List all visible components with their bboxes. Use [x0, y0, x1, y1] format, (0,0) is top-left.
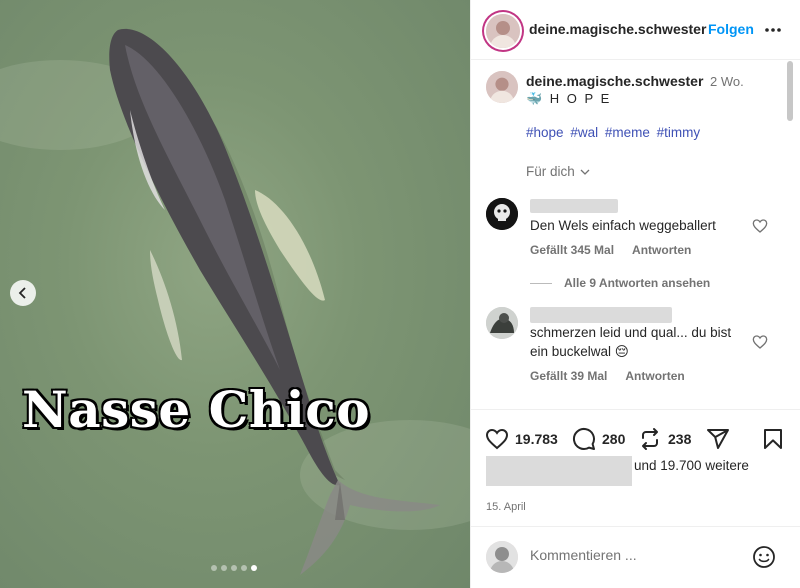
post-media[interactable]: Nasse Chico — [0, 0, 470, 588]
carousel-dot — [231, 565, 237, 571]
reply-button[interactable]: Antworten — [632, 243, 691, 257]
comment-meta: Gefällt 345 Mal Antworten — [530, 243, 709, 257]
redacted-liker — [486, 456, 632, 486]
for-you-dropdown[interactable]: Für dich — [526, 164, 591, 179]
chevron-down-icon — [580, 169, 590, 175]
heart-icon — [485, 428, 509, 450]
hashtag-link[interactable]: #wal — [570, 125, 598, 140]
post-actions: 19.783 280 238 und 19.700 weitere 15. Ap… — [471, 409, 800, 519]
author-avatar[interactable] — [486, 14, 520, 48]
caption-avatar[interactable] — [486, 71, 518, 103]
carousel-dot — [211, 565, 217, 571]
comment-input[interactable] — [530, 547, 740, 563]
carousel-dot — [241, 565, 247, 571]
chevron-left-icon — [18, 287, 26, 299]
hashtag-link[interactable]: #meme — [605, 125, 650, 140]
view-replies-label: Alle 9 Antworten ansehen — [564, 276, 711, 290]
likes-count: 19.783 — [515, 431, 558, 447]
comment-likes[interactable]: Gefällt 345 Mal — [530, 243, 614, 257]
post-header: deine.magische.schwester Folgen — [471, 0, 800, 60]
caption-text: 🐳 H O P E — [526, 91, 612, 106]
previous-slide-button[interactable] — [10, 280, 36, 306]
hashtag-link[interactable]: #hope — [526, 125, 564, 140]
comment-button[interactable]: 280 — [572, 427, 625, 451]
follow-button[interactable]: Folgen — [708, 21, 754, 37]
repost-icon — [642, 428, 658, 450]
comment-icon — [572, 427, 595, 450]
save-button[interactable] — [761, 427, 785, 451]
hashtag-list: #hope #wal #meme #timmy — [526, 125, 703, 140]
like-button[interactable]: 19.783 — [485, 427, 558, 451]
liked-by-others: und 19.700 weitere — [634, 458, 749, 473]
caption-timestamp[interactable]: 2 Wo. — [710, 74, 744, 89]
heart-icon[interactable] — [752, 218, 768, 234]
comments-count: 280 — [602, 431, 626, 447]
more-icon[interactable] — [763, 20, 783, 40]
replies-divider — [530, 282, 552, 284]
repost-button[interactable]: 238 — [638, 427, 691, 451]
overlay-caption: Nasse Chico — [20, 379, 371, 441]
whale-image — [109, 28, 440, 575]
redacted-username — [530, 199, 618, 213]
post-date[interactable]: 15. April — [486, 501, 526, 513]
current-user-avatar — [486, 541, 518, 573]
carousel-dot — [221, 565, 227, 571]
comment-text: schmerzen leid und qual... du bist ein b… — [530, 325, 732, 359]
reply-button[interactable]: Antworten — [625, 369, 684, 383]
liked-by-text[interactable]: und 19.700 weitere — [634, 458, 749, 473]
comments-scrollbar[interactable] — [787, 61, 793, 121]
carousel-indicator — [211, 565, 257, 571]
reposts-count: 238 — [668, 431, 692, 447]
heart-icon[interactable] — [752, 334, 768, 350]
comment-meta: Gefällt 39 Mal Antworten — [530, 369, 703, 383]
carousel-dot-active — [251, 565, 257, 571]
comment-text: Den Wels einfach weggeballert — [530, 218, 716, 233]
caption-username[interactable]: deine.magische.schwester — [526, 73, 703, 89]
for-you-label: Für dich — [526, 164, 575, 179]
share-icon — [707, 429, 729, 449]
commenter-avatar[interactable] — [486, 307, 518, 339]
comment-composer — [471, 526, 800, 588]
comment-likes[interactable]: Gefällt 39 Mal — [530, 369, 607, 383]
author-username[interactable]: deine.magische.schwester — [529, 21, 706, 37]
view-replies-button[interactable]: Alle 9 Antworten ansehen — [530, 276, 710, 290]
post-panel: deine.magische.schwester Folgen deine.ma… — [470, 0, 800, 588]
redacted-username — [530, 307, 672, 323]
commenter-avatar[interactable] — [486, 198, 518, 230]
hashtag-link[interactable]: #timmy — [657, 125, 701, 140]
emoji-icon[interactable] — [752, 545, 776, 569]
bookmark-icon — [764, 429, 782, 449]
comments-section[interactable]: deine.magische.schwester 2 Wo. 🐳 H O P E… — [471, 61, 800, 409]
share-button[interactable] — [706, 427, 730, 451]
